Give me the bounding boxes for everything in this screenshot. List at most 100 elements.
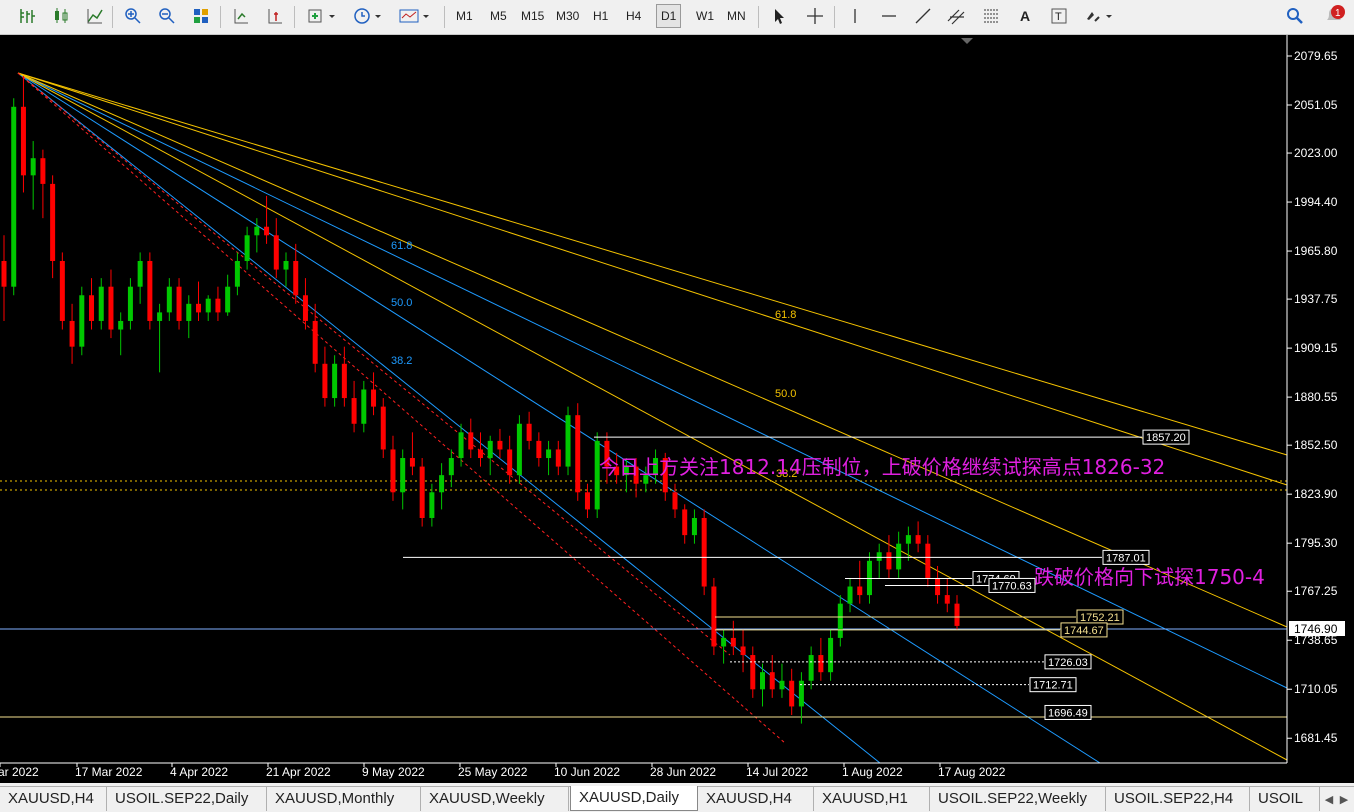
candle — [818, 637, 824, 681]
candle-body — [487, 440, 493, 459]
indicators-icon[interactable] — [304, 4, 340, 28]
timeframe-m1[interactable]: M1 — [452, 4, 477, 28]
timeframe-h4[interactable]: H4 — [622, 4, 645, 28]
candle — [20, 75, 26, 193]
timeframe-mn[interactable]: MN — [723, 4, 750, 28]
candle-body — [584, 492, 590, 510]
candle — [79, 286, 85, 356]
search-icon[interactable] — [1282, 4, 1308, 28]
timeframe-w1[interactable]: W1 — [692, 4, 718, 28]
candle — [516, 415, 522, 484]
price-chart[interactable]: 2079.65 2051.05 2023.00 1994.40 1965.80 1937.… — [0, 35, 1354, 783]
candle — [312, 303, 318, 373]
candle-body — [468, 432, 474, 450]
candlestick-icon[interactable] — [48, 4, 74, 28]
blue-fan-line — [17, 72, 1101, 764]
chart-tabs: XAUUSD,H4 USOIL.SEP22,Daily XAUUSD,Month… — [0, 786, 1354, 812]
date-tick-label: 9 May 2022 — [362, 765, 425, 779]
candle-body — [108, 286, 114, 330]
cursor-arrow-icon[interactable] — [766, 4, 792, 28]
tabs-scroll-left-icon[interactable]: ◀ — [1322, 790, 1336, 808]
candle-body — [1, 260, 7, 287]
tab-xauusd-h1[interactable]: XAUUSD,H1 — [814, 787, 930, 811]
zoom-in-icon[interactable] — [120, 4, 146, 28]
fibonacci-icon[interactable] — [978, 4, 1004, 28]
candle-body — [79, 295, 85, 347]
candle-body — [536, 440, 542, 459]
timeframe-h1[interactable]: H1 — [589, 4, 612, 28]
chart-canvas[interactable]: 2079.65 2051.05 2023.00 1994.40 1965.80 1937.… — [0, 35, 1354, 783]
auto-scroll-icon[interactable] — [228, 4, 254, 28]
tab-usoil-weekly[interactable]: USOIL.SEP22,Weekly — [930, 787, 1106, 811]
text-label-icon[interactable]: T — [1046, 4, 1072, 28]
candle — [876, 543, 882, 578]
candle-body — [730, 637, 736, 647]
candles — [1, 75, 960, 724]
candle-body — [332, 363, 338, 399]
candle-body — [691, 517, 697, 536]
price-tick-label: 1681.45 — [1294, 731, 1338, 745]
timeframe-m5[interactable]: M5 — [486, 4, 511, 28]
price-tick-label: 1852.50 — [1294, 438, 1338, 452]
candle-body — [448, 458, 454, 476]
tab-usoil-h4[interactable]: USOIL.SEP22,H4 — [1106, 787, 1250, 811]
candle — [147, 252, 153, 330]
candle-body — [98, 286, 104, 321]
trendline-icon[interactable] — [910, 4, 936, 28]
vertical-line-icon[interactable] — [842, 4, 868, 28]
bar-chart-icon[interactable] — [14, 4, 40, 28]
candle-body — [118, 320, 124, 330]
date-tick-label: 28 Jun 2022 — [650, 765, 716, 779]
candle-body — [273, 235, 279, 270]
candle — [478, 432, 483, 467]
candle-body — [857, 586, 863, 596]
candle — [857, 560, 863, 604]
candle-body — [205, 298, 211, 313]
candle — [176, 278, 182, 330]
candle-body — [409, 458, 415, 467]
horizontal-line-icon[interactable] — [876, 4, 902, 28]
candle — [118, 312, 124, 356]
tab-xauusd-h4-1[interactable]: XAUUSD,H4 — [0, 787, 107, 811]
candle-body — [721, 637, 727, 647]
zoom-out-icon[interactable] — [154, 4, 180, 28]
candle — [273, 218, 279, 279]
candle — [672, 483, 678, 518]
chart-shift-marker[interactable] — [961, 38, 973, 44]
candle-body — [157, 312, 163, 321]
candle-body — [225, 286, 231, 313]
candle-body — [672, 492, 678, 510]
candle-body — [371, 389, 377, 407]
timeframe-m15[interactable]: M15 — [517, 4, 548, 28]
candle-body — [905, 535, 911, 544]
tab-usoil-daily[interactable]: USOIL.SEP22,Daily — [107, 787, 267, 811]
candle-body — [380, 406, 386, 450]
candle — [127, 278, 133, 330]
tab-usoil-partial[interactable]: USOIL — [1250, 787, 1320, 811]
notification-bell-icon[interactable]: 1 — [1322, 4, 1345, 26]
candle-body — [186, 303, 192, 321]
candle-body — [429, 492, 435, 518]
arrows-icon[interactable] — [1082, 4, 1116, 28]
crosshair-icon[interactable] — [802, 4, 828, 28]
tab-xauusd-monthly[interactable]: XAUUSD,Monthly — [267, 787, 421, 811]
line-chart-icon[interactable] — [82, 4, 108, 28]
equidistant-channel-icon[interactable] — [944, 4, 970, 28]
timeframe-d1[interactable]: D1 — [656, 4, 682, 28]
periods-clock-icon[interactable] — [350, 4, 386, 28]
tab-xauusd-weekly[interactable]: XAUUSD,Weekly — [421, 787, 569, 811]
tab-xauusd-h4-2[interactable]: XAUUSD,H4 — [698, 787, 814, 811]
candle-body — [176, 286, 182, 321]
candle — [215, 286, 221, 321]
timeframe-m30[interactable]: M30 — [552, 4, 583, 28]
tile-windows-icon[interactable] — [188, 4, 214, 28]
tab-xauusd-daily[interactable]: XAUUSD,Daily — [570, 786, 698, 811]
text-tool-icon[interactable]: A — [1012, 4, 1038, 28]
candle-body — [818, 655, 824, 673]
templates-icon[interactable] — [396, 4, 434, 28]
blue-fib-label-50: 50.0 — [391, 297, 412, 309]
candle-body — [789, 680, 795, 707]
tabs-scroll-right-icon[interactable]: ▶ — [1337, 790, 1351, 808]
level-box-label: 1752.21 — [1080, 612, 1120, 624]
chart-shift-icon[interactable] — [262, 4, 288, 28]
